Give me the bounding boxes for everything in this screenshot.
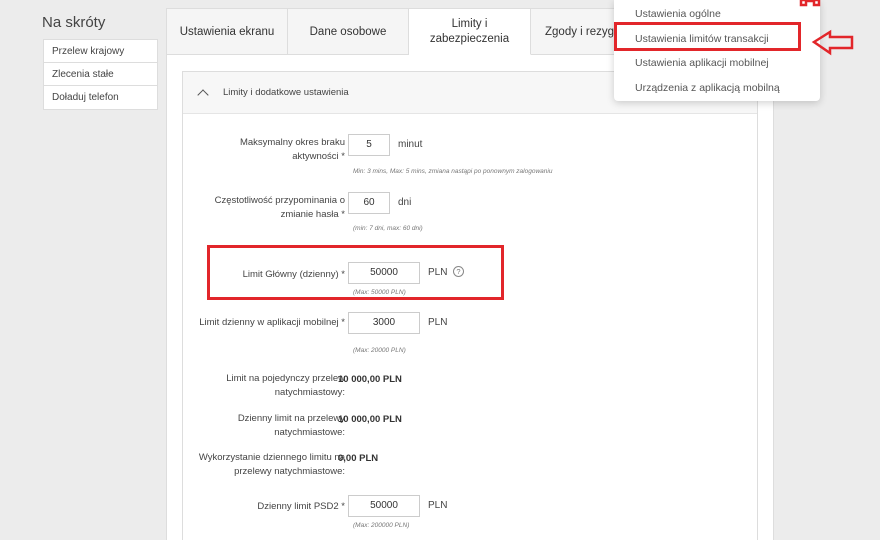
- up-arrow-icon: [799, 0, 821, 7]
- left-arrow-icon: [811, 29, 854, 56]
- annotation-overlay: [799, 0, 854, 56]
